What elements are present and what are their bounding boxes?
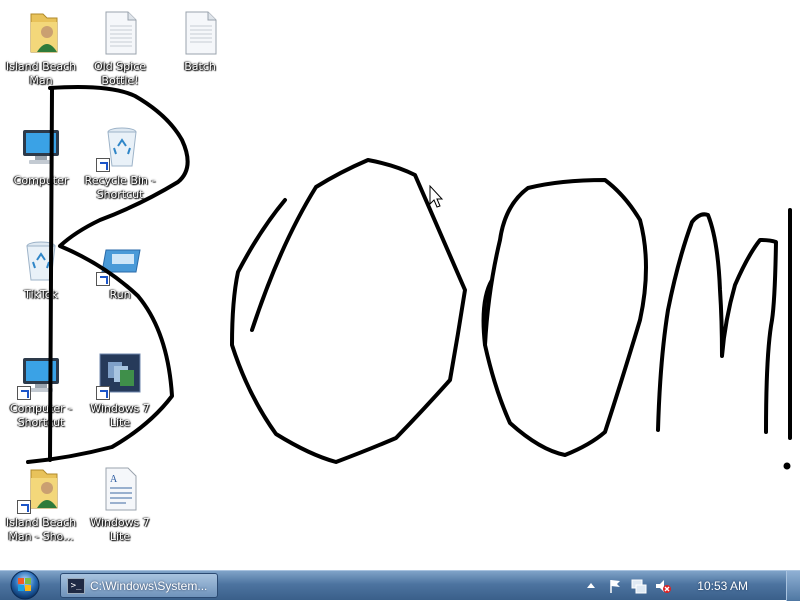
svg-text:A: A [110,474,118,485]
icon-label: Windows 7 Lite [90,402,150,429]
recycle-bin-icon [17,236,65,286]
document-icon [96,8,144,58]
taskbar-button-label: C:\Windows\System... [90,578,208,593]
mouse-cursor-icon [429,184,444,208]
drawing-letter-m [656,212,778,434]
volume-muted-icon[interactable] [654,577,672,595]
system-tray [576,571,672,601]
desktop-icon-tiktok[interactable]: TikTok [2,228,80,328]
desktop[interactable]: Island Beach Man Old Spice Bottle! Batch [0,0,800,570]
icon-label: Island Beach Man [5,60,77,87]
folder-user-icon [17,464,65,514]
shortcut-arrow-icon [17,500,31,514]
shortcut-arrow-icon [17,386,31,400]
taskbar-clock[interactable]: 10:53 AM [697,579,748,593]
icon-label: Recycle Bin - Shortcut [84,174,156,201]
shortcut-arrow-icon [96,386,110,400]
text-document-icon: A [96,464,144,514]
icon-label: Run [109,288,131,301]
icon-label: Batch [184,60,216,73]
computer-icon [17,350,65,400]
shortcut-arrow-icon [96,272,110,286]
taskbar: >_ C:\Windows\System... 10:53 AM [0,569,800,601]
shortcut-arrow-icon [96,158,110,172]
show-hidden-icons-icon[interactable] [582,577,600,595]
icon-label: Windows 7 Lite [90,516,150,543]
desktop-icon-batch[interactable]: Batch [161,0,239,100]
show-desktop-button[interactable] [786,571,800,601]
icon-label: Island Beach Man - Sho... [5,516,77,543]
desktop-icon-recycle-bin-shortcut[interactable]: Recycle Bin - Shortcut [81,114,159,214]
action-center-flag-icon[interactable] [606,577,624,595]
recycle-bin-icon [96,122,144,172]
icon-label: Old Spice Bottle! [93,60,147,87]
computer-icon [17,122,65,172]
desktop-icon-run[interactable]: Run [81,228,159,328]
desktop-icon-island-beach-man-shortcut[interactable]: Island Beach Man - Sho... [2,456,80,556]
document-icon [176,8,224,58]
icon-label: Computer - Shortcut [9,402,73,429]
windows-app-icon [96,350,144,400]
desktop-icon-computer-shortcut[interactable]: Computer - Shortcut [2,342,80,442]
network-icon[interactable] [630,577,648,595]
taskbar-button-cmd[interactable]: >_ C:\Windows\System... [60,573,218,598]
run-icon [96,236,144,286]
command-prompt-icon: >_ [67,577,85,594]
desktop-icon-windows-7-lite[interactable]: A Windows 7 Lite [81,456,159,556]
drawing-letter-o [481,178,648,457]
windows-logo-icon [10,570,40,600]
desktop-icon-old-spice-bottle[interactable]: Old Spice Bottle! [81,0,159,100]
desktop-icon-island-beach-man[interactable]: Island Beach Man [2,0,80,100]
folder-user-icon [17,8,65,58]
desktop-icon-windows-7-lite-shortcut[interactable]: Windows 7 Lite [81,342,159,442]
drawing-letter-o [230,158,467,464]
icon-label: Computer [13,174,69,187]
desktop-icon-computer[interactable]: Computer [2,114,80,214]
icon-label: TikTok [24,288,58,301]
start-button[interactable] [6,569,44,601]
